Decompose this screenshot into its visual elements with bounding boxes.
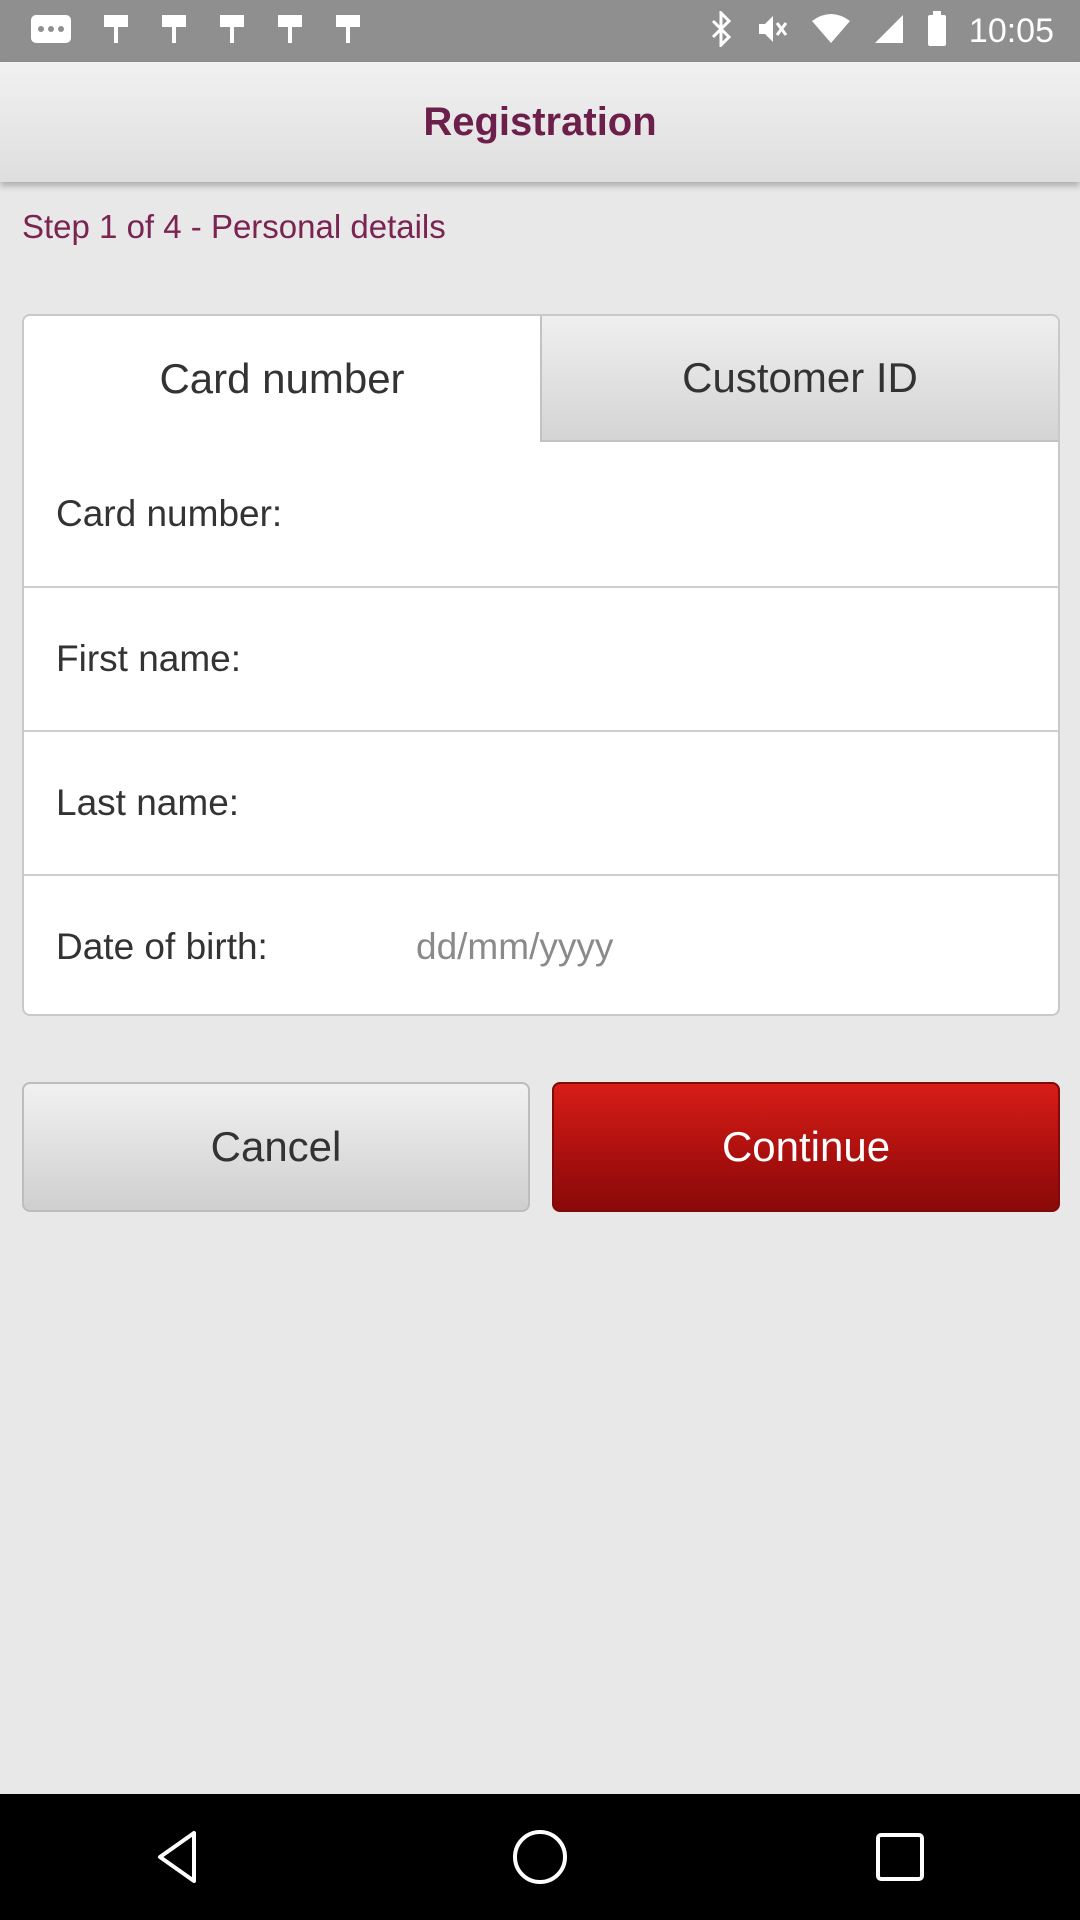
registration-form: Card number Customer ID Card number: Fir… xyxy=(22,314,1060,1016)
more-icon xyxy=(30,14,72,49)
tab-card-number[interactable]: Card number xyxy=(24,316,540,442)
tab-bar: Card number Customer ID xyxy=(24,316,1058,442)
date-of-birth-row[interactable]: Date of birth: xyxy=(24,874,1058,1014)
recents-icon[interactable] xyxy=(860,1817,940,1897)
back-icon[interactable] xyxy=(140,1817,220,1897)
notification-icon xyxy=(334,13,362,50)
continue-button[interactable]: Continue xyxy=(552,1082,1060,1212)
status-time: 10:05 xyxy=(968,11,1054,50)
last-name-input[interactable] xyxy=(416,732,1058,874)
notification-icon xyxy=(160,13,188,50)
status-right: 10:05 xyxy=(709,8,1054,52)
notification-icon xyxy=(276,13,304,50)
page-title: Registration xyxy=(423,99,657,144)
tab-customer-id[interactable]: Customer ID xyxy=(540,316,1058,442)
battery-icon xyxy=(927,10,947,52)
card-number-row[interactable]: Card number: xyxy=(24,442,1058,586)
first-name-label: First name: xyxy=(56,638,242,679)
notification-icon xyxy=(102,13,130,50)
status-bar: 10:05 xyxy=(0,0,1080,62)
cancel-button[interactable]: Cancel xyxy=(22,1082,530,1212)
status-left xyxy=(30,13,362,50)
date-of-birth-label: Date of birth: xyxy=(56,926,268,967)
card-number-input[interactable] xyxy=(416,442,1058,586)
step-label: Step 1 of 4 - Personal details xyxy=(22,208,446,245)
signal-icon xyxy=(873,13,905,50)
bluetooth-icon xyxy=(709,8,733,52)
home-icon[interactable] xyxy=(500,1817,580,1897)
date-of-birth-input[interactable] xyxy=(416,876,1058,1014)
navigation-bar xyxy=(0,1794,1080,1920)
app-header: Registration xyxy=(0,62,1080,182)
mute-icon xyxy=(755,12,789,51)
last-name-label: Last name: xyxy=(56,782,240,823)
first-name-row[interactable]: First name: xyxy=(24,586,1058,730)
card-number-label: Card number: xyxy=(56,493,283,534)
first-name-input[interactable] xyxy=(416,588,1058,730)
wifi-icon xyxy=(811,13,851,50)
notification-icon xyxy=(218,13,246,50)
last-name-row[interactable]: Last name: xyxy=(24,730,1058,874)
